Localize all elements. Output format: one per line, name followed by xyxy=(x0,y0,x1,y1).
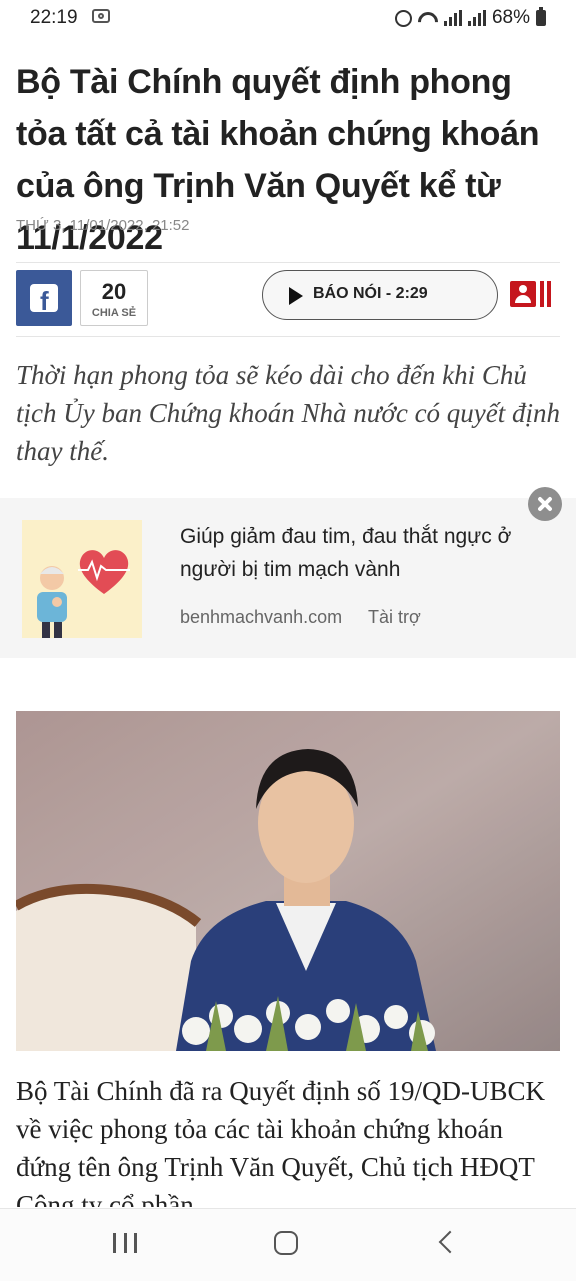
signal-icon xyxy=(443,10,462,26)
battery-icon xyxy=(536,7,546,26)
wifi-icon xyxy=(418,10,438,26)
back-icon[interactable] xyxy=(438,1230,462,1254)
divider xyxy=(16,336,560,337)
facebook-icon: f xyxy=(30,284,58,315)
share-label: CHIA SẺ xyxy=(91,307,137,319)
play-icon xyxy=(289,287,303,305)
status-time: 22:19 xyxy=(30,7,78,28)
sponsored-ad[interactable]: Giúp giảm đau tim, đau thắt ngực ở người… xyxy=(0,498,576,658)
status-bar: 22:19 68% xyxy=(0,0,576,36)
article-date: THỨ 3, 11/01/2022, 21:52 xyxy=(16,217,190,234)
ad-source: benhmachvanh.com xyxy=(180,607,343,627)
ad-image[interactable] xyxy=(22,520,142,638)
close-ad-button[interactable] xyxy=(528,487,562,521)
article-photo xyxy=(16,711,560,1051)
navigation-bar xyxy=(0,1208,576,1281)
podcast-icon[interactable] xyxy=(510,281,552,307)
article-body: Bộ Tài Chính đã ra Quyết định số 19/QD-U… xyxy=(16,1076,545,1207)
signal-icon xyxy=(467,10,486,26)
status-icons: 68% xyxy=(394,7,546,29)
share-counter: 20 CHIA SẺ xyxy=(80,270,148,326)
article-lead: Thời hạn phong tỏa sẽ kéo dài cho đến kh… xyxy=(16,360,561,466)
alarm-icon xyxy=(394,9,412,27)
audio-button[interactable]: BÁO NÓI - 2:29 xyxy=(262,270,498,320)
share-count: 20 xyxy=(101,279,127,304)
photo-icon xyxy=(92,9,110,23)
audio-label: BÁO NÓI - 2:29 xyxy=(313,285,428,302)
home-icon[interactable] xyxy=(274,1231,298,1255)
battery-percent: 68% xyxy=(491,7,530,28)
facebook-share-button[interactable]: f xyxy=(16,270,72,326)
recent-apps-icon[interactable] xyxy=(113,1233,137,1253)
divider xyxy=(16,262,560,263)
ad-sponsor-label: Tài trợ xyxy=(368,607,421,627)
ad-headline[interactable]: Giúp giảm đau tim, đau thắt ngực ở người… xyxy=(180,520,570,586)
